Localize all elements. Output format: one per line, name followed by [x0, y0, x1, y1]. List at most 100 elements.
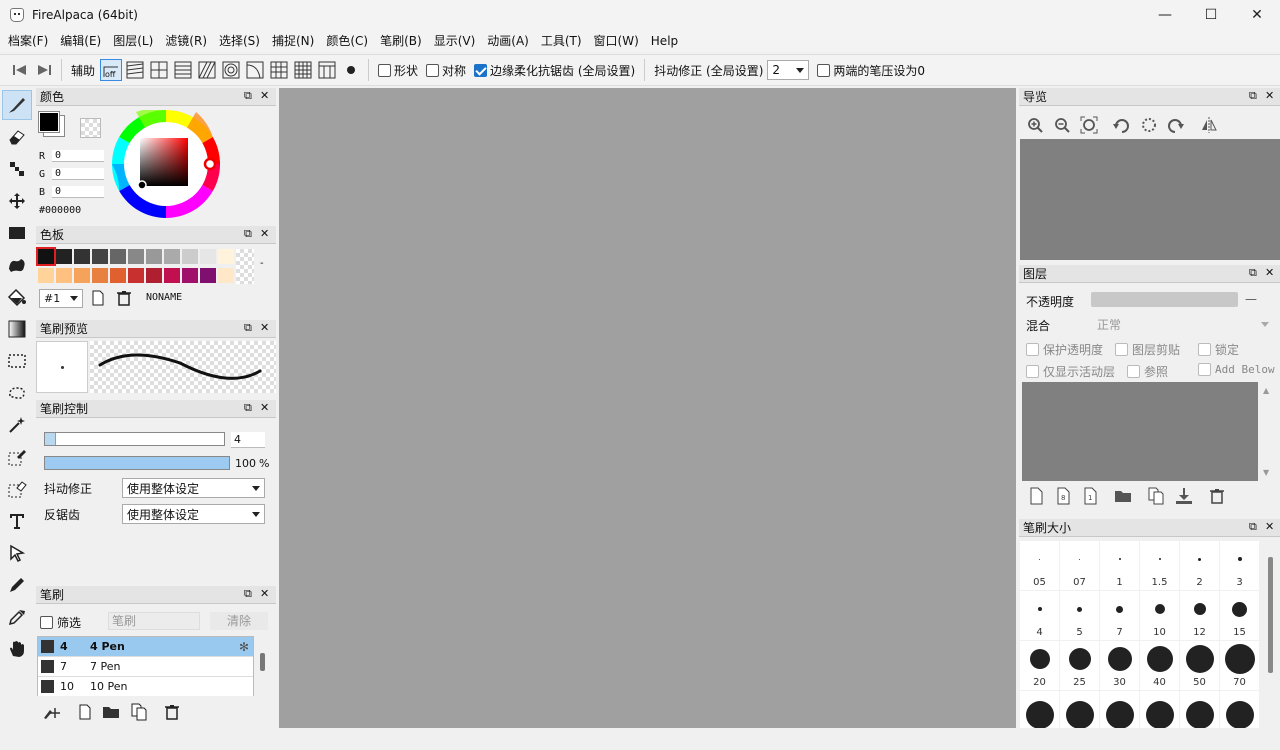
- menu-tools[interactable]: 工具(T): [537, 30, 586, 52]
- brush-size-cell[interactable]: 1: [1100, 541, 1139, 590]
- snap-perspective-button[interactable]: [268, 59, 290, 81]
- palette-select[interactable]: #1: [39, 289, 83, 308]
- tool-text[interactable]: [2, 506, 32, 536]
- tool-eyedropper[interactable]: [2, 602, 32, 632]
- menu-layer[interactable]: 图层(L): [109, 30, 157, 52]
- palette-swatch[interactable]: [164, 249, 180, 264]
- blue-input[interactable]: 0: [52, 186, 104, 198]
- redo-button[interactable]: [33, 59, 55, 81]
- palette-swatch[interactable]: [74, 249, 90, 264]
- brush-size-slider[interactable]: [44, 432, 225, 446]
- sv-cursor[interactable]: [137, 180, 147, 190]
- tool-brush[interactable]: [2, 90, 32, 120]
- palette-swatch[interactable]: [110, 268, 126, 283]
- menu-animation[interactable]: 动画(A): [483, 30, 533, 52]
- menu-help[interactable]: Help: [647, 30, 682, 52]
- merge-down-icon[interactable]: [1175, 487, 1193, 505]
- add-below-check-box[interactable]: [1198, 363, 1211, 376]
- zoom-out-icon[interactable]: [1053, 116, 1071, 134]
- palette-swatch[interactable]: [200, 268, 216, 283]
- green-input[interactable]: 0: [52, 168, 104, 180]
- brush-size-cell[interactable]: 7: [1100, 591, 1139, 640]
- palette-swatch[interactable]: [146, 268, 162, 283]
- hue-cursor[interactable]: [203, 157, 217, 171]
- show-active-only-check-box[interactable]: [1026, 365, 1039, 378]
- menu-view[interactable]: 显示(V): [430, 30, 480, 52]
- close-icon[interactable]: ✕: [260, 227, 269, 240]
- close-icon[interactable]: ✕: [1265, 520, 1274, 533]
- brush-size-cell[interactable]: 50: [1180, 641, 1219, 690]
- menu-filter[interactable]: 滤镜(R): [161, 30, 211, 52]
- color-wheel[interactable]: [112, 110, 220, 218]
- close-icon[interactable]: ✕: [260, 321, 269, 334]
- close-icon[interactable]: ✕: [260, 587, 269, 600]
- undock-icon[interactable]: ⧉: [244, 587, 252, 601]
- new-brush-icon[interactable]: [78, 704, 92, 720]
- tool-rectangle[interactable]: [2, 218, 32, 248]
- menu-select[interactable]: 选择(S): [215, 30, 264, 52]
- brush-item-10-pen[interactable]: 10 10 Pen: [38, 677, 253, 697]
- brush-size-cell[interactable]: 2: [1180, 541, 1219, 590]
- menu-color[interactable]: 颜色(C): [322, 30, 372, 52]
- clipping-check-box[interactable]: [1115, 343, 1128, 356]
- tool-lasso[interactable]: [2, 378, 32, 408]
- minimize-button[interactable]: —: [1142, 0, 1188, 30]
- tool-bucket[interactable]: [2, 282, 32, 312]
- trash-icon[interactable]: [1208, 487, 1226, 505]
- brush-size-cell[interactable]: 15: [1220, 591, 1259, 640]
- zoom-in-icon[interactable]: [1026, 116, 1044, 134]
- palette-swatch[interactable]: [128, 268, 144, 283]
- menu-snap[interactable]: 捕捉(N): [268, 30, 318, 52]
- palette-swatch[interactable]: [128, 249, 144, 264]
- brush-antialias-select[interactable]: 使用整体设定: [122, 504, 265, 524]
- layer-list[interactable]: [1022, 382, 1258, 481]
- brush-size-cell[interactable]: 3: [1220, 541, 1259, 590]
- tool-hand[interactable]: [2, 634, 32, 664]
- canvas-area[interactable]: [279, 88, 1016, 728]
- tool-gradient[interactable]: [2, 314, 32, 344]
- brush-opacity-slider[interactable]: [44, 456, 230, 470]
- rotate-left-icon[interactable]: [1112, 116, 1130, 134]
- close-icon[interactable]: ✕: [1265, 266, 1274, 279]
- folder-icon[interactable]: [1114, 487, 1132, 505]
- layer-opacity-slider[interactable]: [1091, 292, 1238, 307]
- brush-filter-checkbox[interactable]: 筛选: [40, 614, 81, 631]
- palette-swatch[interactable]: [92, 249, 108, 264]
- brush-size-cell[interactable]: 1.5: [1140, 541, 1179, 590]
- tool-operation[interactable]: [2, 538, 32, 568]
- tool-select-eraser[interactable]: [2, 474, 32, 504]
- palette-swatch[interactable]: [164, 268, 180, 283]
- protect-alpha-check-box[interactable]: [1026, 343, 1039, 356]
- brush-size-cell[interactable]: 20: [1020, 641, 1059, 690]
- lock-check-box[interactable]: [1198, 343, 1211, 356]
- brush-size-cell[interactable]: 07: [1060, 541, 1099, 590]
- brush-size-input[interactable]: 4: [231, 432, 265, 448]
- brush-filter-clear-button[interactable]: 清除: [210, 612, 268, 630]
- shape-check-box[interactable]: [378, 63, 392, 77]
- palette-swatch[interactable]: [56, 249, 72, 264]
- palette-swatch[interactable]: [182, 268, 198, 283]
- palette-swatch[interactable]: [110, 249, 126, 264]
- snap-cross-button[interactable]: [148, 59, 170, 81]
- brush-size-cell[interactable]: 12: [1180, 591, 1219, 640]
- snap-grid-button[interactable]: [292, 59, 314, 81]
- shape-checkbox[interactable]: 形状: [378, 62, 418, 79]
- gear-icon[interactable]: ✻: [239, 640, 249, 654]
- tool-pen[interactable]: [2, 570, 32, 600]
- flip-horizontal-icon[interactable]: [1200, 116, 1218, 134]
- undock-icon[interactable]: ⧉: [244, 89, 252, 103]
- brush-size-cell[interactable]: 40: [1140, 641, 1179, 690]
- transparent-color-swatch[interactable]: [80, 118, 101, 138]
- reference-check-box[interactable]: [1127, 365, 1140, 378]
- symmetry-checkbox[interactable]: 对称: [426, 62, 466, 79]
- new-layer-icon[interactable]: [1028, 487, 1046, 505]
- tool-eraser[interactable]: [2, 122, 32, 152]
- red-input[interactable]: 0: [52, 150, 104, 162]
- menu-window[interactable]: 窗口(W): [590, 30, 643, 52]
- add-brush-icon[interactable]: [42, 704, 62, 720]
- brush-size-cell[interactable]: 30: [1100, 641, 1139, 690]
- undock-icon[interactable]: ⧉: [1249, 89, 1257, 103]
- brush-item-4-pen[interactable]: 4 4 Pen ✻: [38, 637, 253, 657]
- snap-filmstrip-button[interactable]: [316, 59, 338, 81]
- brush-list-scrollbar[interactable]: [260, 653, 265, 671]
